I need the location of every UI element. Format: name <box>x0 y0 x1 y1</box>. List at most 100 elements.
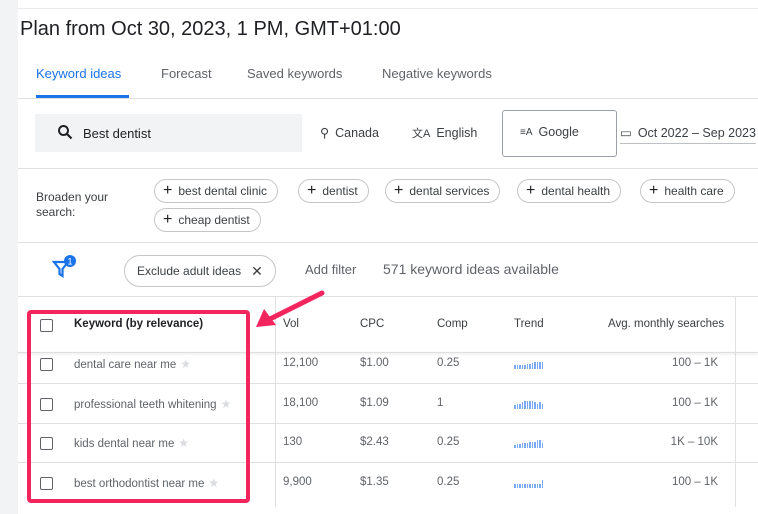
vol-cell: 9,900 <box>283 476 312 488</box>
header-comp[interactable]: Comp <box>437 318 468 330</box>
divider <box>18 168 758 169</box>
trend-bar <box>541 404 543 409</box>
trend-bar <box>534 402 536 409</box>
trend-bar <box>534 442 536 448</box>
trend-bar <box>536 362 538 369</box>
trend-bar <box>514 484 516 488</box>
chip-label: Exclude adult ideas <box>137 264 242 278</box>
trend-bar <box>529 364 531 369</box>
avg-monthly-cell: 1K – 10K <box>670 436 718 448</box>
chip-label: best dental clinic <box>178 184 268 198</box>
date-range-selector[interactable]: ▭ Oct 2022 – Sep 2023 <box>620 125 756 144</box>
language-selector[interactable]: 文A English <box>412 125 477 141</box>
location-selector[interactable]: ⚲ Canada <box>320 125 379 141</box>
chip-label: cheap dentist <box>178 213 250 227</box>
trend-bar <box>531 363 533 369</box>
calendar-icon: ▭ <box>620 126 632 140</box>
broaden-chip[interactable]: + dental health <box>517 179 622 203</box>
broaden-chip[interactable]: + dentist <box>298 179 369 203</box>
search-input[interactable]: Best dentist <box>35 114 302 152</box>
filter-count-badge: 1 <box>67 257 72 267</box>
search-icon <box>57 124 73 143</box>
comp-cell: 1 <box>437 397 444 409</box>
vol-cell: 12,100 <box>283 357 319 369</box>
add-filter-button[interactable]: Add filter <box>305 262 356 277</box>
plus-icon: + <box>649 182 659 199</box>
broaden-chip[interactable]: + best dental clinic <box>154 179 279 203</box>
highlight-box <box>27 310 250 503</box>
annotation-arrow <box>256 290 325 327</box>
comp-cell: 0.25 <box>437 436 460 448</box>
date-range-label: Oct 2022 – Sep 2023 <box>637 125 756 140</box>
divider <box>18 98 758 99</box>
trend-bar <box>531 484 533 488</box>
divider <box>18 296 758 297</box>
left-gutter <box>0 0 18 514</box>
trend-bar <box>531 442 533 448</box>
header-avg-monthly-searches[interactable]: Avg. monthly searches <box>608 318 724 330</box>
cpc-cell: $2.43 <box>360 436 389 448</box>
trend-bar <box>514 365 516 369</box>
trend-bar <box>521 365 523 369</box>
cpc-cell: $1.35 <box>360 476 389 488</box>
plus-icon: + <box>394 182 404 199</box>
close-icon[interactable]: ✕ <box>251 263 263 280</box>
plus-icon: + <box>163 182 173 199</box>
header-trend[interactable]: Trend <box>514 318 544 330</box>
comp-cell: 0.25 <box>437 357 460 369</box>
trend-bar <box>526 401 528 409</box>
avg-monthly-cell: 100 – 1K <box>671 397 718 409</box>
trend-bar <box>516 404 518 409</box>
trend-bar <box>521 402 523 409</box>
filter-icon: 1 <box>51 255 76 279</box>
avg-monthly-cell: 100 – 1K <box>671 476 718 488</box>
vol-cell: 18,100 <box>283 397 319 409</box>
trend-bar <box>534 362 536 369</box>
trend-bar <box>529 401 531 409</box>
broaden-chip[interactable]: + dental services <box>385 179 501 203</box>
exclude-adult-filter-chip[interactable]: Exclude adult ideas ✕ <box>124 255 276 287</box>
trend-bar <box>524 365 526 369</box>
trend-bar <box>516 484 518 488</box>
trend-sparkline <box>514 479 543 488</box>
comp-cell: 0.25 <box>437 476 460 488</box>
tab-forecast[interactable]: Forecast <box>161 66 212 81</box>
trend-bar <box>519 484 521 488</box>
trend-bar <box>519 365 521 369</box>
keyword-count: 571 keyword ideas available <box>383 261 559 277</box>
trend-bar <box>541 443 543 448</box>
trend-bar <box>539 440 541 448</box>
trend-bar <box>536 440 538 448</box>
tab-saved-keywords[interactable]: Saved keywords <box>247 66 342 81</box>
header-cpc[interactable]: CPC <box>360 318 384 330</box>
tab-keyword-ideas[interactable]: Keyword ideas <box>36 66 121 81</box>
translate-icon: 文A <box>412 128 431 140</box>
trend-bar <box>539 402 541 409</box>
chip-label: dental services <box>409 184 490 198</box>
trend-bar <box>531 401 533 409</box>
trend-bar <box>526 364 528 369</box>
trend-sparkline <box>514 360 543 369</box>
broaden-chip[interactable]: + cheap dentist <box>154 208 261 232</box>
trend-bar <box>524 443 526 448</box>
trend-bar <box>516 365 518 369</box>
trend-bar <box>514 445 516 448</box>
filter-button[interactable]: 1 <box>51 254 78 285</box>
trend-bar <box>534 484 536 488</box>
trend-bar <box>519 444 521 448</box>
trend-bar <box>519 404 521 409</box>
trend-sparkline <box>514 439 543 448</box>
trend-bar <box>529 484 531 488</box>
network-selector[interactable]: ≡A Google <box>520 125 579 139</box>
page-title: Plan from Oct 30, 2023, 1 PM, GMT+01:00 <box>20 18 401 40</box>
broaden-chip[interactable]: + health care <box>640 179 735 203</box>
trend-bar <box>541 480 543 488</box>
plus-icon: + <box>526 182 536 199</box>
tab-negative-keywords[interactable]: Negative keywords <box>382 66 492 81</box>
trend-sparkline <box>514 400 543 409</box>
trend-bar <box>526 443 528 448</box>
trend-bar <box>541 362 543 369</box>
trend-bar <box>536 404 538 409</box>
divider <box>18 8 758 9</box>
trend-bar <box>539 484 541 488</box>
